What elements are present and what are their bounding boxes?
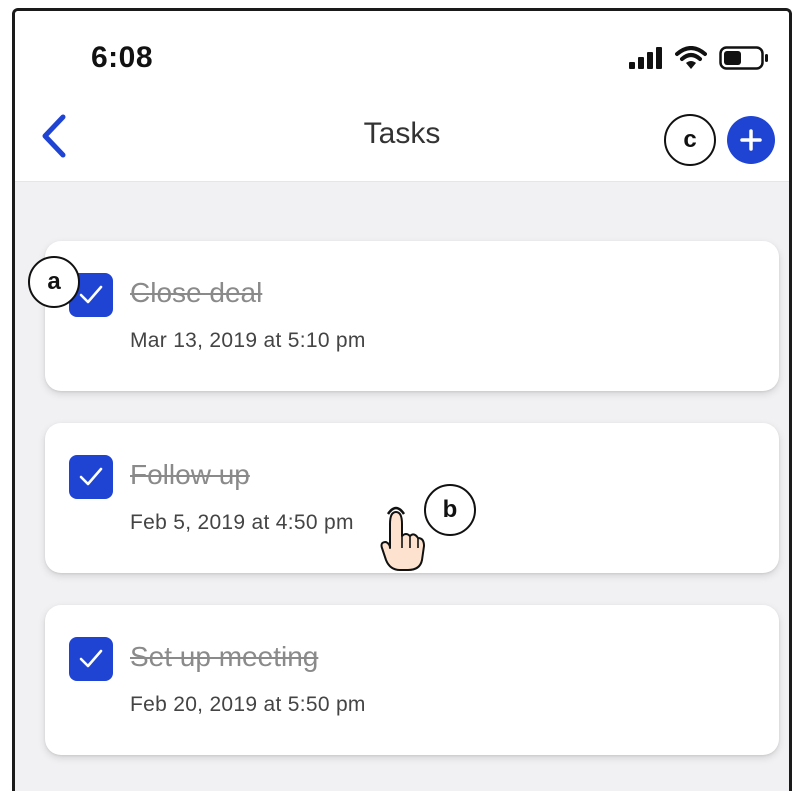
battery-icon xyxy=(719,46,768,70)
task-card-set-up-meeting[interactable]: Set up meeting Feb 20, 2019 at 5:50 pm xyxy=(45,605,779,755)
task-date: Feb 5, 2019 at 4:50 pm xyxy=(130,511,354,534)
task-date: Feb 20, 2019 at 5:50 pm xyxy=(130,693,366,716)
status-icons xyxy=(629,41,769,75)
task-title: Follow up xyxy=(130,459,250,490)
task-title: Set up meeting xyxy=(130,641,319,672)
add-task-button[interactable] xyxy=(727,116,775,164)
task-checkbox[interactable] xyxy=(69,455,113,499)
checkmark-icon xyxy=(79,649,103,668)
task-card-close-deal[interactable]: Close deal Mar 13, 2019 at 5:10 pm xyxy=(45,241,779,391)
signal-icon xyxy=(629,47,662,69)
wifi-icon xyxy=(675,46,707,69)
checkmark-icon xyxy=(79,285,103,304)
plus-icon xyxy=(740,129,762,151)
status-time: 6:08 xyxy=(91,41,154,74)
callout-a: a xyxy=(28,256,80,308)
tap-hand-icon xyxy=(380,506,425,571)
task-checkbox[interactable] xyxy=(69,637,113,681)
task-title: Close deal xyxy=(130,277,263,308)
checkmark-icon xyxy=(79,467,103,486)
callout-c: c xyxy=(664,114,716,166)
task-date: Mar 13, 2019 at 5:10 pm xyxy=(130,329,366,352)
callout-b: b xyxy=(424,484,476,536)
